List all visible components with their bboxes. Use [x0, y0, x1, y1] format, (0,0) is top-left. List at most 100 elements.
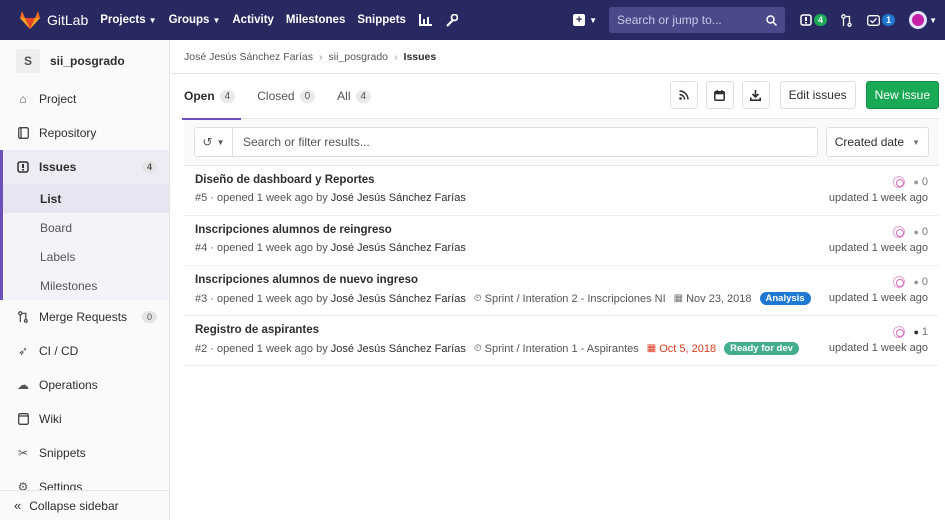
nav-milestones[interactable]: Milestones	[286, 14, 345, 26]
chevron-right-icon: ›	[318, 50, 323, 63]
sidebar-item-snippets[interactable]: ✂ Snippets	[0, 436, 169, 470]
chevron-down-icon: ▼	[589, 15, 598, 25]
calendar-icon: ▦	[646, 343, 657, 354]
issue-title-link[interactable]: Registro de aspirantes	[195, 324, 928, 339]
chart-icon[interactable]	[418, 12, 434, 28]
export-csv-button[interactable]	[741, 81, 770, 109]
calendar-feed-button[interactable]	[705, 81, 734, 109]
issue-label[interactable]: Analysis	[759, 292, 811, 305]
issue-milestone[interactable]: ⏲ Sprint / Interation 1 - Aspirantes	[474, 343, 639, 355]
breadcrumb-user[interactable]: José Jesús Sánchez Farías	[184, 51, 313, 63]
filter-box[interactable]: ↺ ▼	[194, 127, 818, 157]
project-sidebar: S sii_posgrado ⌂ Project Repository Issu…	[0, 40, 170, 520]
issue-meta: #5 · opened 1 week ago by José Jesús Sán…	[195, 192, 928, 204]
issue-row: Diseño de dashboard y Reportes #5 · open…	[184, 166, 939, 216]
sidebar-item-label: CI / CD	[39, 344, 79, 358]
plus-icon: +	[573, 14, 586, 26]
sidebar-item-merge-requests[interactable]: Merge Requests 0	[0, 300, 169, 334]
sidebar-subitem-milestones[interactable]: Milestones	[0, 271, 169, 300]
sidebar-item-issues[interactable]: Issues 4	[0, 150, 169, 184]
issue-due-date: ▦ Oct 5, 2018	[647, 343, 716, 355]
assignee-avatar[interactable]	[893, 176, 906, 188]
download-icon	[750, 89, 762, 101]
issue-author-link[interactable]: José Jesús Sánchez Farías	[331, 192, 466, 204]
issue-updated: updated 1 week ago	[828, 192, 928, 204]
edit-issues-button[interactable]: Edit issues	[779, 81, 856, 109]
issue-updated: updated 1 week ago	[828, 242, 928, 254]
issues-counter[interactable]: 4	[800, 14, 828, 26]
filter-search-input[interactable]	[233, 135, 733, 149]
nav-activity[interactable]: Activity	[232, 14, 274, 26]
tab-all[interactable]: All 4	[337, 74, 372, 119]
assignee-avatar[interactable]	[893, 326, 906, 338]
nav-projects[interactable]: Projects ▼	[100, 14, 156, 26]
sidebar-item-operations[interactable]: ☁ Operations	[0, 368, 169, 402]
merge-request-icon	[841, 13, 852, 27]
tab-open-count: 4	[219, 89, 236, 103]
new-issue-button[interactable]: New issue	[865, 81, 939, 109]
issue-title-link[interactable]: Inscripciones alumnos de reingreso	[195, 224, 928, 239]
sidebar-item-cicd[interactable]: ➶ CI / CD	[0, 334, 169, 368]
tab-closed-count: 0	[299, 89, 316, 103]
merge-request-icon	[16, 310, 30, 324]
assignee-avatar[interactable]	[893, 276, 906, 288]
mr-count-badge: 0	[141, 311, 157, 323]
breadcrumb-current[interactable]: Issues	[404, 51, 437, 63]
issue-right: ● 0 updated 1 week ago	[829, 275, 928, 304]
user-avatar[interactable]	[909, 11, 928, 29]
issue-title-link[interactable]: Diseño de dashboard y Reportes	[195, 174, 928, 189]
top-navbar: GitLab Projects ▼ Groups ▼ Activity Milest…	[0, 0, 945, 40]
chevron-down-icon[interactable]: ▼	[929, 16, 937, 25]
issue-meta: #3 · opened 1 week ago by José Jesús Sán…	[195, 292, 928, 305]
issue-author-link[interactable]: José Jesús Sánchez Farías	[331, 293, 466, 305]
issue-title-link[interactable]: Inscripciones alumnos de nuevo ingreso	[195, 274, 928, 289]
sidebar-subitem-list[interactable]: List	[0, 184, 169, 213]
sidebar-item-project[interactable]: ⌂ Project	[0, 82, 169, 116]
comment-count: 0	[921, 276, 928, 288]
nav-groups[interactable]: Groups ▼	[169, 14, 221, 26]
sidebar-subitem-board[interactable]: Board	[0, 213, 169, 242]
filter-bar: ↺ ▼ Created date ▼	[184, 119, 939, 166]
sidebar-subitem-labels[interactable]: Labels	[0, 242, 169, 271]
merge-requests-counter[interactable]	[841, 13, 853, 27]
issue-author-link[interactable]: José Jesús Sánchez Farías	[331, 242, 466, 254]
double-chevron-left-icon: «	[14, 498, 22, 513]
tab-open[interactable]: Open 4	[181, 74, 242, 120]
nav-snippets[interactable]: Snippets	[357, 14, 406, 26]
issue-milestone[interactable]: ⏲ Sprint / Interation 2 - Inscripciones …	[474, 293, 666, 305]
sidebar-item-label: Issues	[39, 160, 77, 174]
comments-icon: ●	[913, 177, 919, 187]
todos-count-badge: 1	[882, 14, 896, 26]
sidebar-item-repository[interactable]: Repository	[0, 116, 169, 150]
sidebar-item-label: Project	[39, 92, 77, 106]
assignee-avatar[interactable]	[893, 226, 906, 238]
gitlab-logo[interactable]: GitLab	[20, 11, 88, 29]
issue-label[interactable]: Ready for dev	[724, 342, 799, 355]
tab-closed[interactable]: Closed 0	[257, 74, 316, 119]
clock-icon: ⏲	[473, 343, 482, 354]
new-dropdown-button[interactable]: + ▼	[573, 14, 597, 26]
sort-dropdown[interactable]: Created date ▼	[825, 127, 929, 157]
sidebar-project-header[interactable]: S sii_posgrado	[0, 40, 169, 82]
clock-icon: ⏲	[473, 293, 482, 304]
history-icon: ↺	[202, 135, 213, 149]
chevron-down-icon: ▼	[216, 137, 225, 147]
rss-button[interactable]	[669, 81, 698, 109]
comment-count: 0	[921, 226, 928, 238]
recent-searches-dropdown[interactable]: ↺ ▼	[195, 128, 233, 156]
search-box[interactable]	[609, 7, 786, 33]
sidebar-item-wiki[interactable]: Wiki	[0, 402, 169, 436]
comment-count: 1	[921, 326, 928, 338]
search-input[interactable]	[617, 13, 758, 27]
todos-counter[interactable]: 1	[867, 14, 896, 26]
milestone-label: Sprint / Interation 2 - Inscripciones NI	[484, 292, 666, 305]
collapse-sidebar-button[interactable]: « Collapse sidebar	[0, 490, 169, 520]
issue-author-link[interactable]: José Jesús Sánchez Farías	[331, 343, 466, 355]
wrench-icon[interactable]	[444, 12, 460, 28]
due-date-label: Oct 5, 2018	[659, 342, 717, 355]
rocket-icon: ➶	[17, 344, 29, 358]
issues-icon	[800, 14, 812, 26]
issue-meta: #2 · opened 1 week ago by José Jesús Sán…	[195, 342, 928, 355]
issue-state-tabs: Open 4 Closed 0 All 4 Edit issues New is…	[181, 74, 939, 120]
breadcrumb-project[interactable]: sii_posgrado	[328, 51, 388, 63]
